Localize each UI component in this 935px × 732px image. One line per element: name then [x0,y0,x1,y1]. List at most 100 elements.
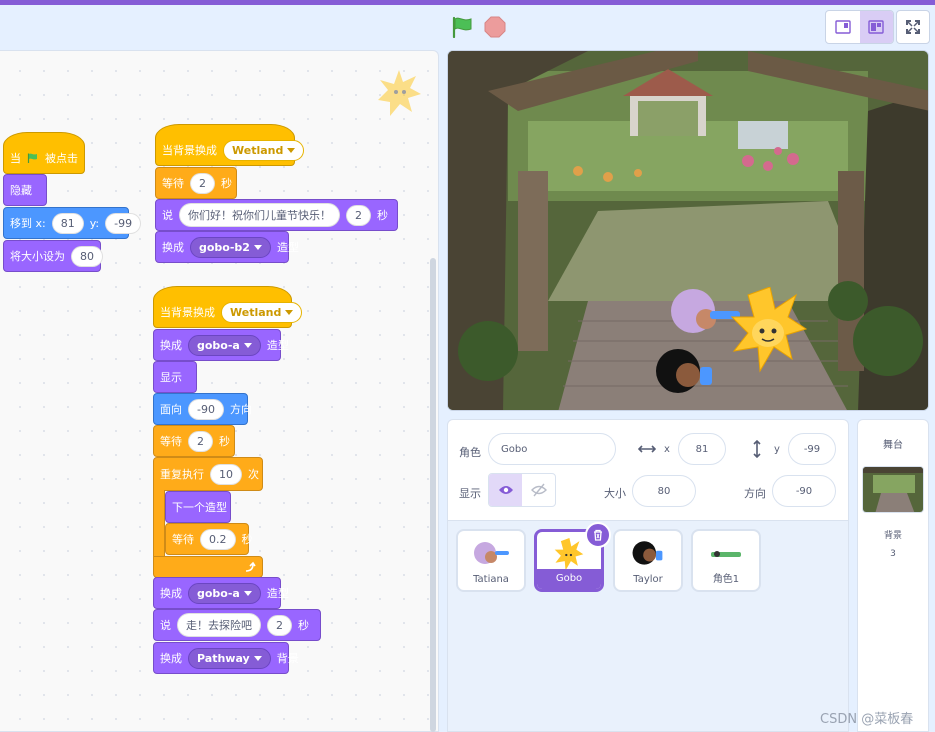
chevron-down-icon [243,590,252,596]
x-position-input[interactable]: 81 [678,433,726,465]
block-label: 说 [162,209,173,222]
top-menu-bar-edge [0,0,935,5]
block-label: 被点击 [45,152,78,165]
y-label: y [774,444,780,455]
block-label: 方向 [229,403,252,416]
switch-costume-block[interactable]: 换成 gobo-a 造型 [153,577,289,609]
size-input[interactable]: 80 [632,475,696,507]
switch-costume-block[interactable]: 换成 gobo-b2 造型 [155,231,299,263]
fullscreen-icon [906,20,920,34]
hide-sprite-button[interactable] [522,474,555,506]
y-position-input[interactable]: -99 [788,433,836,465]
sprite1-icon [711,551,741,557]
backdrop-label: 背景 [883,531,902,541]
small-stage-button[interactable] [826,11,860,43]
sprite-label: 角色 [459,446,481,459]
gobo-sprite [730,287,808,373]
workspace-scrollbar[interactable] [430,258,436,732]
large-stage-button[interactable] [859,11,893,43]
next-costume-block[interactable]: 下一个造型 [165,491,231,523]
sprite-tile-tatiana[interactable]: Tatiana [456,529,526,592]
sprite-thumbnail [458,535,524,573]
block-label: 等待 [160,435,182,448]
sprite-tile-taylor[interactable]: Taylor [613,529,683,592]
stage-pane-title: 舞台 [883,440,903,451]
sprite-name-input[interactable]: Gobo [488,433,616,465]
chevron-down-icon [253,655,262,661]
stage-selector-pane[interactable]: 舞台 背景 3 [857,419,929,732]
costume-dropdown[interactable]: gobo-a [188,334,261,356]
say-text-input[interactable]: 走！去探险吧 [177,613,261,637]
sprite-tile-name: Gobo [537,569,601,589]
size-input[interactable]: 80 [71,245,103,267]
dropdown-value: Wetland [232,143,284,157]
block-label: 当背景换成 [160,306,215,319]
when-backdrop-switches-block[interactable]: 当背景换成 Wetland [155,124,305,166]
dropdown-value: Pathway [197,651,250,665]
block-label: 等待 [162,177,184,190]
costume-dropdown[interactable]: gobo-b2 [190,236,271,258]
backdrop-dropdown[interactable]: Wetland [223,139,305,161]
hide-block[interactable]: 隐藏 [3,174,47,206]
block-label: 秒 [219,435,230,448]
stage-canvas[interactable] [447,50,929,411]
point-direction-block[interactable]: 面向 -90 方向 [153,393,252,425]
repeat-block[interactable]: 重复执行 10 次 [153,457,263,491]
secs-input[interactable]: 2 [267,614,292,636]
block-label: 造型 [266,339,289,352]
say-for-secs-block[interactable]: 说 你们好！祝你们儿童节快乐！ 2 秒 [155,199,398,231]
green-flag-icon[interactable] [451,16,475,38]
loop-arrow-icon [245,561,256,572]
secs-input[interactable]: 2 [346,204,371,226]
say-text-input[interactable]: 你们好！祝你们儿童节快乐！ [179,203,340,227]
wait-block[interactable]: 等待 2 秒 [153,425,235,457]
wait-input[interactable]: 2 [188,430,213,452]
block-label: 下一个造型 [172,501,227,514]
wait-block[interactable]: 等待 2 秒 [155,167,237,199]
wait-input[interactable]: 0.2 [200,528,236,550]
block-label: 移到 x: [10,217,46,230]
wait-input[interactable]: 2 [190,172,215,194]
block-label: y: [89,216,100,230]
set-size-block[interactable]: 将大小设为 80 [3,240,103,272]
stop-icon[interactable] [484,16,506,38]
show-block[interactable]: 显示 [153,361,197,393]
costume-dropdown[interactable]: gobo-a [188,582,261,604]
block-label: 换成 [160,587,182,600]
backdrop-thumbnail-image [863,467,923,512]
when-backdrop-switches-block[interactable]: 当背景换成 Wetland [153,286,303,328]
dropdown-value: gobo-a [197,586,240,600]
chevron-down-icon [285,309,294,315]
when-flag-clicked-block[interactable]: 当 被点击 [3,132,85,174]
backdrop-dropdown[interactable]: Pathway [188,647,271,669]
direction-label: 方向 [744,487,766,500]
switch-backdrop-block[interactable]: 换成 Pathway 背景 [153,642,299,674]
taylor-sprite [656,349,712,393]
block-label: 隐藏 [10,184,32,197]
wait-block[interactable]: 等待 0.2 秒 [165,523,253,555]
gobo-watermark-icon [378,70,421,116]
stage-thumbnail[interactable] [862,466,924,513]
horizontal-arrows-icon [638,445,656,453]
chevron-down-icon [287,147,296,153]
block-label: 显示 [160,371,182,384]
sprite-thumbnail [615,535,681,573]
goto-xy-block[interactable]: 移到 x: 81 y: -99 [3,207,142,239]
repeat-count-input[interactable]: 10 [210,463,242,485]
fullscreen-button[interactable] [896,10,930,44]
switch-costume-block[interactable]: 换成 gobo-a 造型 [153,329,289,361]
delete-sprite-button[interactable] [585,522,611,548]
direction-input[interactable]: -90 [188,398,224,420]
block-label: 面向 [160,403,182,416]
y-input[interactable]: -99 [105,212,142,234]
backdrop-dropdown[interactable]: Wetland [221,301,303,323]
say-for-secs-block[interactable]: 说 走！去探险吧 2 秒 [153,609,321,641]
size-label: 大小 [604,487,626,500]
block-label: 说 [160,619,171,632]
show-sprite-button[interactable] [489,474,522,506]
large-stage-icon [868,20,884,34]
sprite-tile-sprite1[interactable]: 角色1 [691,529,761,592]
direction-input[interactable]: -90 [772,475,836,507]
block-label: 背景 [276,652,299,665]
x-input[interactable]: 81 [51,212,84,234]
